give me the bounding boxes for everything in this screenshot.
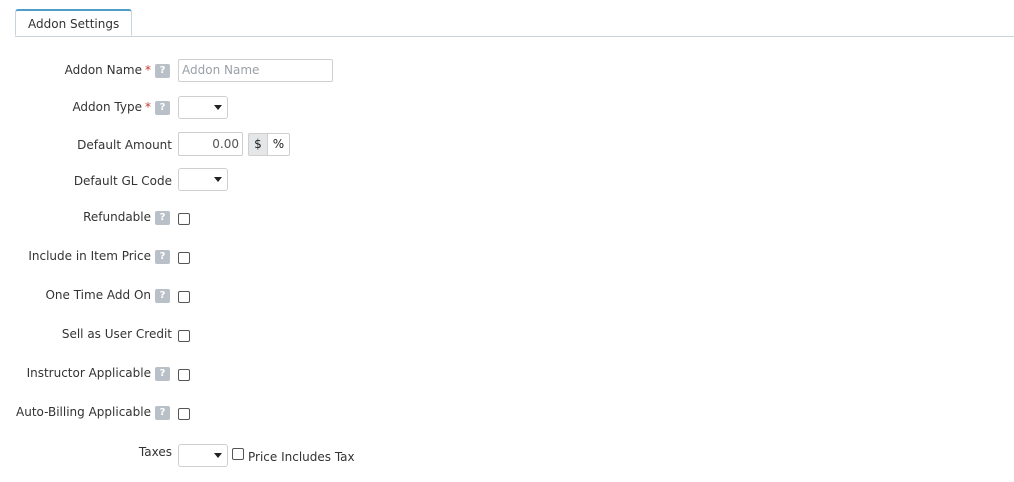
row-addon-type: Addon Type * ? (0, 96, 1014, 120)
addon-settings-page: Addon Settings Addon Name * ? Addon Name … (0, 0, 1014, 482)
sell-as-user-credit-checkbox[interactable] (178, 330, 190, 342)
include-in-item-price-label: Include in Item Price (28, 249, 151, 263)
chevron-down-icon (214, 177, 222, 182)
unit-percent-button[interactable]: % (267, 133, 290, 156)
default-gl-code-select[interactable] (178, 168, 228, 191)
taxes-select[interactable] (178, 444, 228, 467)
help-icon[interactable]: ? (155, 289, 170, 303)
help-icon[interactable]: ? (155, 101, 170, 115)
refundable-label: Refundable (83, 210, 151, 224)
one-time-add-on-label: One Time Add On (45, 288, 151, 302)
row-taxes: Taxes Price Includes Tax (0, 444, 1014, 468)
help-icon[interactable]: ? (155, 211, 170, 225)
refundable-checkbox[interactable] (178, 213, 190, 225)
taxes-label: Taxes (138, 445, 172, 459)
include-in-item-price-checkbox[interactable] (178, 252, 190, 264)
price-includes-tax-checkbox[interactable] (232, 448, 244, 460)
addon-name-input[interactable]: Addon Name (178, 59, 333, 82)
one-time-add-on-checkbox[interactable] (178, 291, 190, 303)
tab-bar: Addon Settings (15, 9, 1014, 37)
row-refundable: Refundable ? (0, 206, 1014, 230)
row-one-time-add-on: One Time Add On ? (0, 284, 1014, 308)
default-amount-label: Default Amount (77, 138, 172, 152)
auto-billing-applicable-label: Auto-Billing Applicable (16, 405, 151, 419)
row-addon-name: Addon Name * ? Addon Name (0, 59, 1014, 83)
tab-addon-settings[interactable]: Addon Settings (15, 9, 133, 36)
row-sell-as-user-credit: Sell as User Credit (0, 323, 1014, 347)
help-icon[interactable]: ? (155, 64, 170, 78)
default-gl-code-label: Default GL Code (73, 174, 172, 188)
help-icon[interactable]: ? (155, 367, 170, 381)
auto-billing-applicable-checkbox[interactable] (178, 408, 190, 420)
sell-as-user-credit-label: Sell as User Credit (61, 327, 172, 341)
default-amount-input[interactable]: 0.00 (178, 132, 243, 156)
addon-type-select[interactable] (178, 96, 228, 119)
row-instructor-applicable: Instructor Applicable ? (0, 362, 1014, 386)
chevron-down-icon (214, 453, 222, 458)
help-icon[interactable]: ? (155, 406, 170, 420)
row-default-amount: Default Amount 0.00 $ % (0, 132, 1014, 156)
row-default-gl-code: Default GL Code (0, 168, 1014, 192)
instructor-applicable-checkbox[interactable] (178, 369, 190, 381)
price-includes-tax-label: Price Includes Tax (248, 450, 355, 464)
required-mark: * (145, 63, 151, 77)
addon-name-label: Addon Name * (64, 63, 151, 77)
unit-dollar-button[interactable]: $ (248, 133, 268, 156)
chevron-down-icon (214, 105, 222, 110)
required-mark: * (145, 100, 151, 114)
row-include-in-item-price: Include in Item Price ? (0, 245, 1014, 269)
addon-type-label: Addon Type * (72, 100, 151, 114)
instructor-applicable-label: Instructor Applicable (26, 366, 151, 380)
row-auto-billing-applicable: Auto-Billing Applicable ? (0, 401, 1014, 425)
help-icon[interactable]: ? (155, 250, 170, 264)
